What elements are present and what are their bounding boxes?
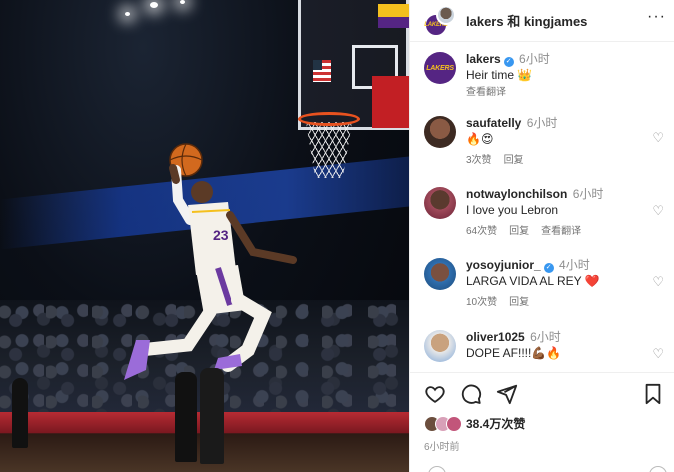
post-caption: LAKERS lakers ✓ 6小时 Heir time 👑 查看翻译 bbox=[424, 52, 664, 98]
referee bbox=[200, 368, 224, 464]
basketball-rim bbox=[298, 112, 360, 126]
bench-person bbox=[12, 378, 28, 448]
heart-icon[interactable]: ♡ bbox=[652, 203, 664, 219]
verified-badge-icon: ✓ bbox=[503, 57, 514, 67]
lakers-banner bbox=[378, 4, 409, 28]
arena-light bbox=[150, 2, 158, 8]
comment-text: 🔥😍 bbox=[466, 132, 494, 146]
heart-icon[interactable]: ♡ bbox=[652, 130, 664, 146]
collab-avatars[interactable]: LAKERS bbox=[424, 4, 460, 37]
backboard-pad bbox=[372, 76, 409, 128]
commenter-avatar[interactable] bbox=[424, 187, 456, 219]
comment-time: 4小时 bbox=[559, 258, 590, 272]
translate-link[interactable]: 查看翻译 bbox=[466, 83, 506, 98]
commenter-avatar[interactable] bbox=[424, 258, 456, 290]
heart-icon[interactable]: ♡ bbox=[652, 346, 664, 362]
verified-badge-icon: ✓ bbox=[543, 263, 554, 273]
lakers-avatar[interactable]: LAKERS bbox=[424, 52, 456, 84]
comment-username[interactable]: yosoyjunior_ bbox=[466, 258, 541, 272]
liker-avatar bbox=[446, 415, 462, 432]
reply-button[interactable]: 回复 bbox=[509, 222, 529, 237]
comment-item: notwaylonchilson 6小时 I love you Lebron 6… bbox=[424, 187, 674, 237]
dunking-player: 23 bbox=[124, 143, 297, 380]
comment-text: DOPE AF!!!!💪🏾🔥 bbox=[466, 346, 562, 360]
likes-count[interactable]: 38.4万次赞 bbox=[466, 415, 525, 432]
comment-icon[interactable] bbox=[460, 383, 482, 405]
more-icon[interactable]: ··· bbox=[647, 9, 666, 25]
commenter-avatar[interactable] bbox=[424, 330, 456, 362]
comment-time: 6小时 bbox=[572, 187, 604, 201]
share-icon[interactable] bbox=[496, 383, 518, 405]
translate-link[interactable]: 查看翻译 bbox=[541, 222, 581, 237]
comment-username[interactable]: oliver1025 bbox=[466, 330, 525, 344]
comment-item: yosoyjunior_ ✓ 4小时 LARGA VIDA AL REY ❤️ 1… bbox=[424, 258, 674, 308]
comment-text: I love you Lebron bbox=[466, 203, 559, 217]
comment-likes[interactable]: 3次赞 bbox=[466, 151, 492, 166]
arena-light bbox=[125, 12, 130, 16]
us-flag bbox=[313, 60, 331, 82]
comment-username[interactable]: saufatelly bbox=[466, 116, 521, 130]
referee bbox=[175, 372, 197, 462]
header-title[interactable]: lakers 和 kingjames bbox=[466, 11, 587, 30]
emoji-icon[interactable] bbox=[428, 466, 446, 472]
bookmark-icon[interactable] bbox=[643, 383, 663, 405]
caption-text: Heir time 👑 bbox=[466, 68, 533, 82]
post-actions: 38.4万次赞 6小时前 bbox=[410, 372, 674, 472]
comment-likes[interactable]: 64次赞 bbox=[466, 222, 497, 237]
post-photo[interactable]: 23 bbox=[0, 0, 409, 472]
comment-username[interactable]: notwaylonchilson bbox=[466, 187, 567, 201]
comment-time: 6小时 bbox=[526, 116, 558, 130]
comment-item: saufatelly 6小时 🔥😍 3次赞 回复 ♡ bbox=[424, 116, 674, 166]
caption-time: 6小时 bbox=[519, 52, 550, 66]
post-timestamp: 6小时前 bbox=[424, 442, 460, 453]
arena-light bbox=[180, 0, 185, 4]
svg-text:23: 23 bbox=[213, 227, 229, 243]
heart-icon[interactable]: ♡ bbox=[652, 274, 664, 290]
post-panel: LAKERS lakers 和 kingjames ··· LAKERS lak… bbox=[409, 0, 674, 472]
heart-icon[interactable] bbox=[424, 383, 446, 405]
reply-button[interactable]: 回复 bbox=[504, 151, 524, 166]
commenter-avatar[interactable] bbox=[424, 116, 456, 148]
comment-text: LARGA VIDA AL REY ❤️ bbox=[466, 274, 600, 288]
reply-button[interactable]: 回复 bbox=[509, 293, 529, 308]
caption-username[interactable]: lakers bbox=[466, 52, 501, 66]
kingjames-avatar[interactable] bbox=[436, 4, 456, 25]
comment-item: oliver1025 6小时 DOPE AF!!!!💪🏾🔥 ♡ bbox=[424, 330, 674, 362]
post-header: LAKERS lakers 和 kingjames ··· bbox=[410, 0, 674, 42]
comment-time: 6小时 bbox=[530, 330, 561, 344]
comment-likes[interactable]: 10次赞 bbox=[466, 293, 497, 308]
emoji-icon[interactable] bbox=[649, 466, 667, 472]
